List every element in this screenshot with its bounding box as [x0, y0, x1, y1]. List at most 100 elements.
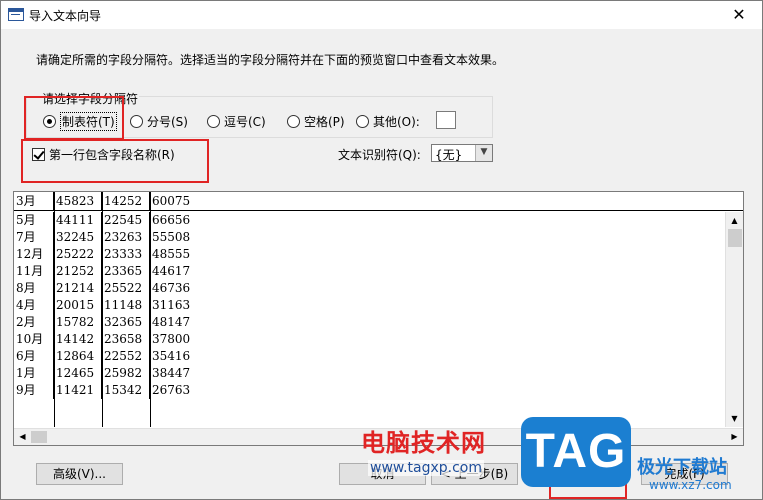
- text-qualifier-select[interactable]: {无} ▼: [431, 144, 493, 162]
- table-cell: 11148: [102, 297, 150, 314]
- vertical-scrollbar[interactable]: ▲ ▼: [725, 212, 743, 427]
- header-cell: 60075: [152, 194, 191, 208]
- table-cell: 44617: [152, 264, 191, 278]
- radio-tab[interactable]: 制表符(T): [43, 111, 117, 131]
- table-cell: 8月: [14, 280, 54, 297]
- scroll-down-icon[interactable]: ▼: [726, 410, 743, 427]
- advanced-button[interactable]: 高级(V)...: [36, 463, 123, 485]
- radio-semicolon[interactable]: 分号(S): [130, 113, 188, 129]
- table-cell: 6月: [14, 348, 54, 365]
- table-cell: 26763: [152, 383, 191, 397]
- table-cell: 5月: [14, 212, 54, 229]
- radio-space-label: 空格(P): [304, 114, 345, 129]
- table-cell: 23333: [102, 246, 150, 263]
- table-row: 4月 20015 11148 31163: [14, 297, 725, 314]
- instruction-text: 请确定所需的字段分隔符。选择适当的字段分隔符并在下面的预览窗口中查看文本效果。: [36, 53, 505, 67]
- table-cell: 48147: [152, 315, 191, 329]
- table-icon: [8, 8, 24, 21]
- table-row: 10月 14142 23658 37800: [14, 331, 725, 348]
- header-cell: 14252: [102, 192, 150, 211]
- radio-semicolon-label: 分号(S): [147, 114, 188, 129]
- table-cell: 23263: [102, 229, 150, 246]
- delimiter-group-label: 请选择字段分隔符: [41, 90, 140, 107]
- radio-comma[interactable]: 逗号(C): [207, 113, 266, 129]
- table-row: 11月 21252 23365 44617: [14, 263, 725, 280]
- table-cell: 15782: [54, 314, 102, 331]
- close-button[interactable]: ✕: [716, 1, 762, 29]
- header-cell: 3月: [14, 192, 54, 211]
- table-cell: 25982: [102, 365, 150, 382]
- radio-other-circle: [356, 114, 369, 128]
- radio-comma-circle: [207, 114, 220, 128]
- header-cell: 45823: [54, 192, 102, 211]
- table-cell: 38447: [152, 366, 191, 380]
- table-cell: 12864: [54, 348, 102, 365]
- cancel-button[interactable]: 取消: [339, 463, 426, 485]
- vertical-scroll-thumb[interactable]: [728, 229, 742, 247]
- first-row-field-names-checkbox[interactable]: 第一行包含字段名称(R): [32, 146, 175, 163]
- preview-header-row: 3月 45823 14252 60075: [14, 192, 743, 211]
- table-cell: 22545: [102, 212, 150, 229]
- table-cell: 12月: [14, 246, 54, 263]
- table-cell: 2月: [14, 314, 54, 331]
- table-cell: 66656: [152, 213, 191, 227]
- chevron-down-icon[interactable]: ▼: [475, 145, 492, 161]
- finish-button[interactable]: 完成(F): [641, 463, 728, 485]
- table-cell: 25222: [54, 246, 102, 263]
- table-cell: 37800: [152, 332, 191, 346]
- scroll-left-icon[interactable]: ◀: [14, 429, 31, 445]
- table-cell: 12465: [54, 365, 102, 382]
- table-cell: 1月: [14, 365, 54, 382]
- next-button[interactable]: 下一步(N) >: [539, 463, 626, 485]
- checkbox-checked-icon: [32, 148, 45, 161]
- data-preview-grid[interactable]: 3月 45823 14252 60075 5月 44111 22545 66656 7…: [13, 191, 744, 446]
- table-cell: 20015: [54, 297, 102, 314]
- table-cell: 32245: [54, 229, 102, 246]
- horizontal-scrollbar[interactable]: ◀ ▶: [14, 428, 743, 445]
- radio-tab-circle: [43, 114, 56, 128]
- table-cell: 44111: [54, 212, 102, 229]
- table-cell: 7月: [14, 229, 54, 246]
- window-title: 导入文本向导: [29, 9, 102, 23]
- table-cell: 55508: [152, 230, 191, 244]
- back-button[interactable]: < 上一步(B): [431, 463, 518, 485]
- preview-data-rows: 5月 44111 22545 66656 7月 32245 23263 55508 12月 2…: [14, 212, 725, 399]
- table-row: 5月 44111 22545 66656: [14, 212, 725, 229]
- radio-other-label: 其他(O):: [373, 114, 420, 129]
- table-cell: 23365: [102, 263, 150, 280]
- title-bar[interactable]: 导入文本向导 ✕: [1, 1, 762, 29]
- text-qualifier-value: {无}: [435, 148, 463, 162]
- scroll-up-icon[interactable]: ▲: [726, 212, 743, 229]
- radio-semicolon-circle: [130, 114, 143, 128]
- text-qualifier-label: 文本识别符(Q):: [338, 148, 421, 162]
- radio-tab-label: 制表符(T): [60, 111, 117, 131]
- radio-space-circle: [287, 114, 300, 128]
- first-row-field-names-label: 第一行包含字段名称(R): [49, 148, 175, 162]
- table-cell: 11月: [14, 263, 54, 280]
- table-cell: 10月: [14, 331, 54, 348]
- scroll-right-icon[interactable]: ▶: [726, 429, 743, 445]
- table-cell: 4月: [14, 297, 54, 314]
- import-text-wizard-dialog: 导入文本向导 ✕ 请确定所需的字段分隔符。选择适当的字段分隔符并在下面的预览窗口…: [0, 0, 763, 500]
- table-cell: 35416: [152, 349, 191, 363]
- table-cell: 25522: [102, 280, 150, 297]
- table-cell: 21252: [54, 263, 102, 280]
- table-cell: 31163: [152, 298, 191, 312]
- table-cell: 14142: [54, 331, 102, 348]
- other-delimiter-input[interactable]: [436, 111, 456, 129]
- table-row: 7月 32245 23263 55508: [14, 229, 725, 246]
- table-row: 1月 12465 25982 38447: [14, 365, 725, 382]
- horizontal-scroll-thumb[interactable]: [31, 431, 47, 443]
- table-row: 9月 11421 15342 26763: [14, 382, 725, 399]
- table-row: 2月 15782 32365 48147: [14, 314, 725, 331]
- table-cell: 11421: [54, 382, 102, 399]
- radio-other[interactable]: 其他(O):: [356, 113, 420, 129]
- table-row: 6月 12864 22552 35416: [14, 348, 725, 365]
- table-cell: 23658: [102, 331, 150, 348]
- table-cell: 48555: [152, 247, 191, 261]
- table-cell: 15342: [102, 382, 150, 399]
- radio-space[interactable]: 空格(P): [287, 113, 345, 129]
- table-cell: 32365: [102, 314, 150, 331]
- table-cell: 22552: [102, 348, 150, 365]
- radio-comma-label: 逗号(C): [224, 114, 266, 129]
